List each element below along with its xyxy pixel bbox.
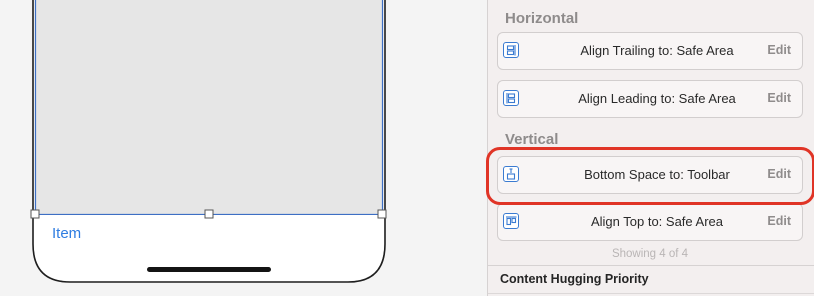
home-indicator xyxy=(147,267,271,272)
resize-handle-center[interactable] xyxy=(204,209,214,219)
edit-button[interactable]: Edit xyxy=(767,214,791,228)
constraint-label: Align Top to: Safe Area xyxy=(590,214,724,229)
vertical-section-label: Vertical xyxy=(505,131,559,148)
highlight-annotation xyxy=(486,147,814,205)
device-frame xyxy=(30,0,387,283)
storyboard-canvas: Item xyxy=(0,0,487,296)
horizontal-section-label: Horizontal xyxy=(505,10,579,27)
showing-count: Showing 4 of 4 xyxy=(611,248,689,260)
constraint-label: Align Leading to: Safe Area xyxy=(578,91,736,106)
selected-view[interactable] xyxy=(35,0,383,214)
bottom-divider xyxy=(488,293,814,294)
section-divider xyxy=(488,265,814,266)
resize-handle-right[interactable] xyxy=(377,209,387,219)
constraint-row-align-leading[interactable]: Align Leading to: Safe Area Edit xyxy=(497,80,803,118)
constraint-row-align-trailing[interactable]: Align Trailing to: Safe Area Edit xyxy=(497,32,803,70)
constraint-row-align-top[interactable]: Align Top to: Safe Area Edit xyxy=(497,203,803,241)
resize-handle-left[interactable] xyxy=(30,209,40,219)
toolbar-item-label[interactable]: Item xyxy=(52,225,81,242)
edit-button[interactable]: Edit xyxy=(767,91,791,105)
constraint-label: Align Trailing to: Safe Area xyxy=(580,43,734,58)
content-hugging-priority-label: Content Hugging Priority xyxy=(500,272,649,286)
edit-button[interactable]: Edit xyxy=(767,43,791,57)
